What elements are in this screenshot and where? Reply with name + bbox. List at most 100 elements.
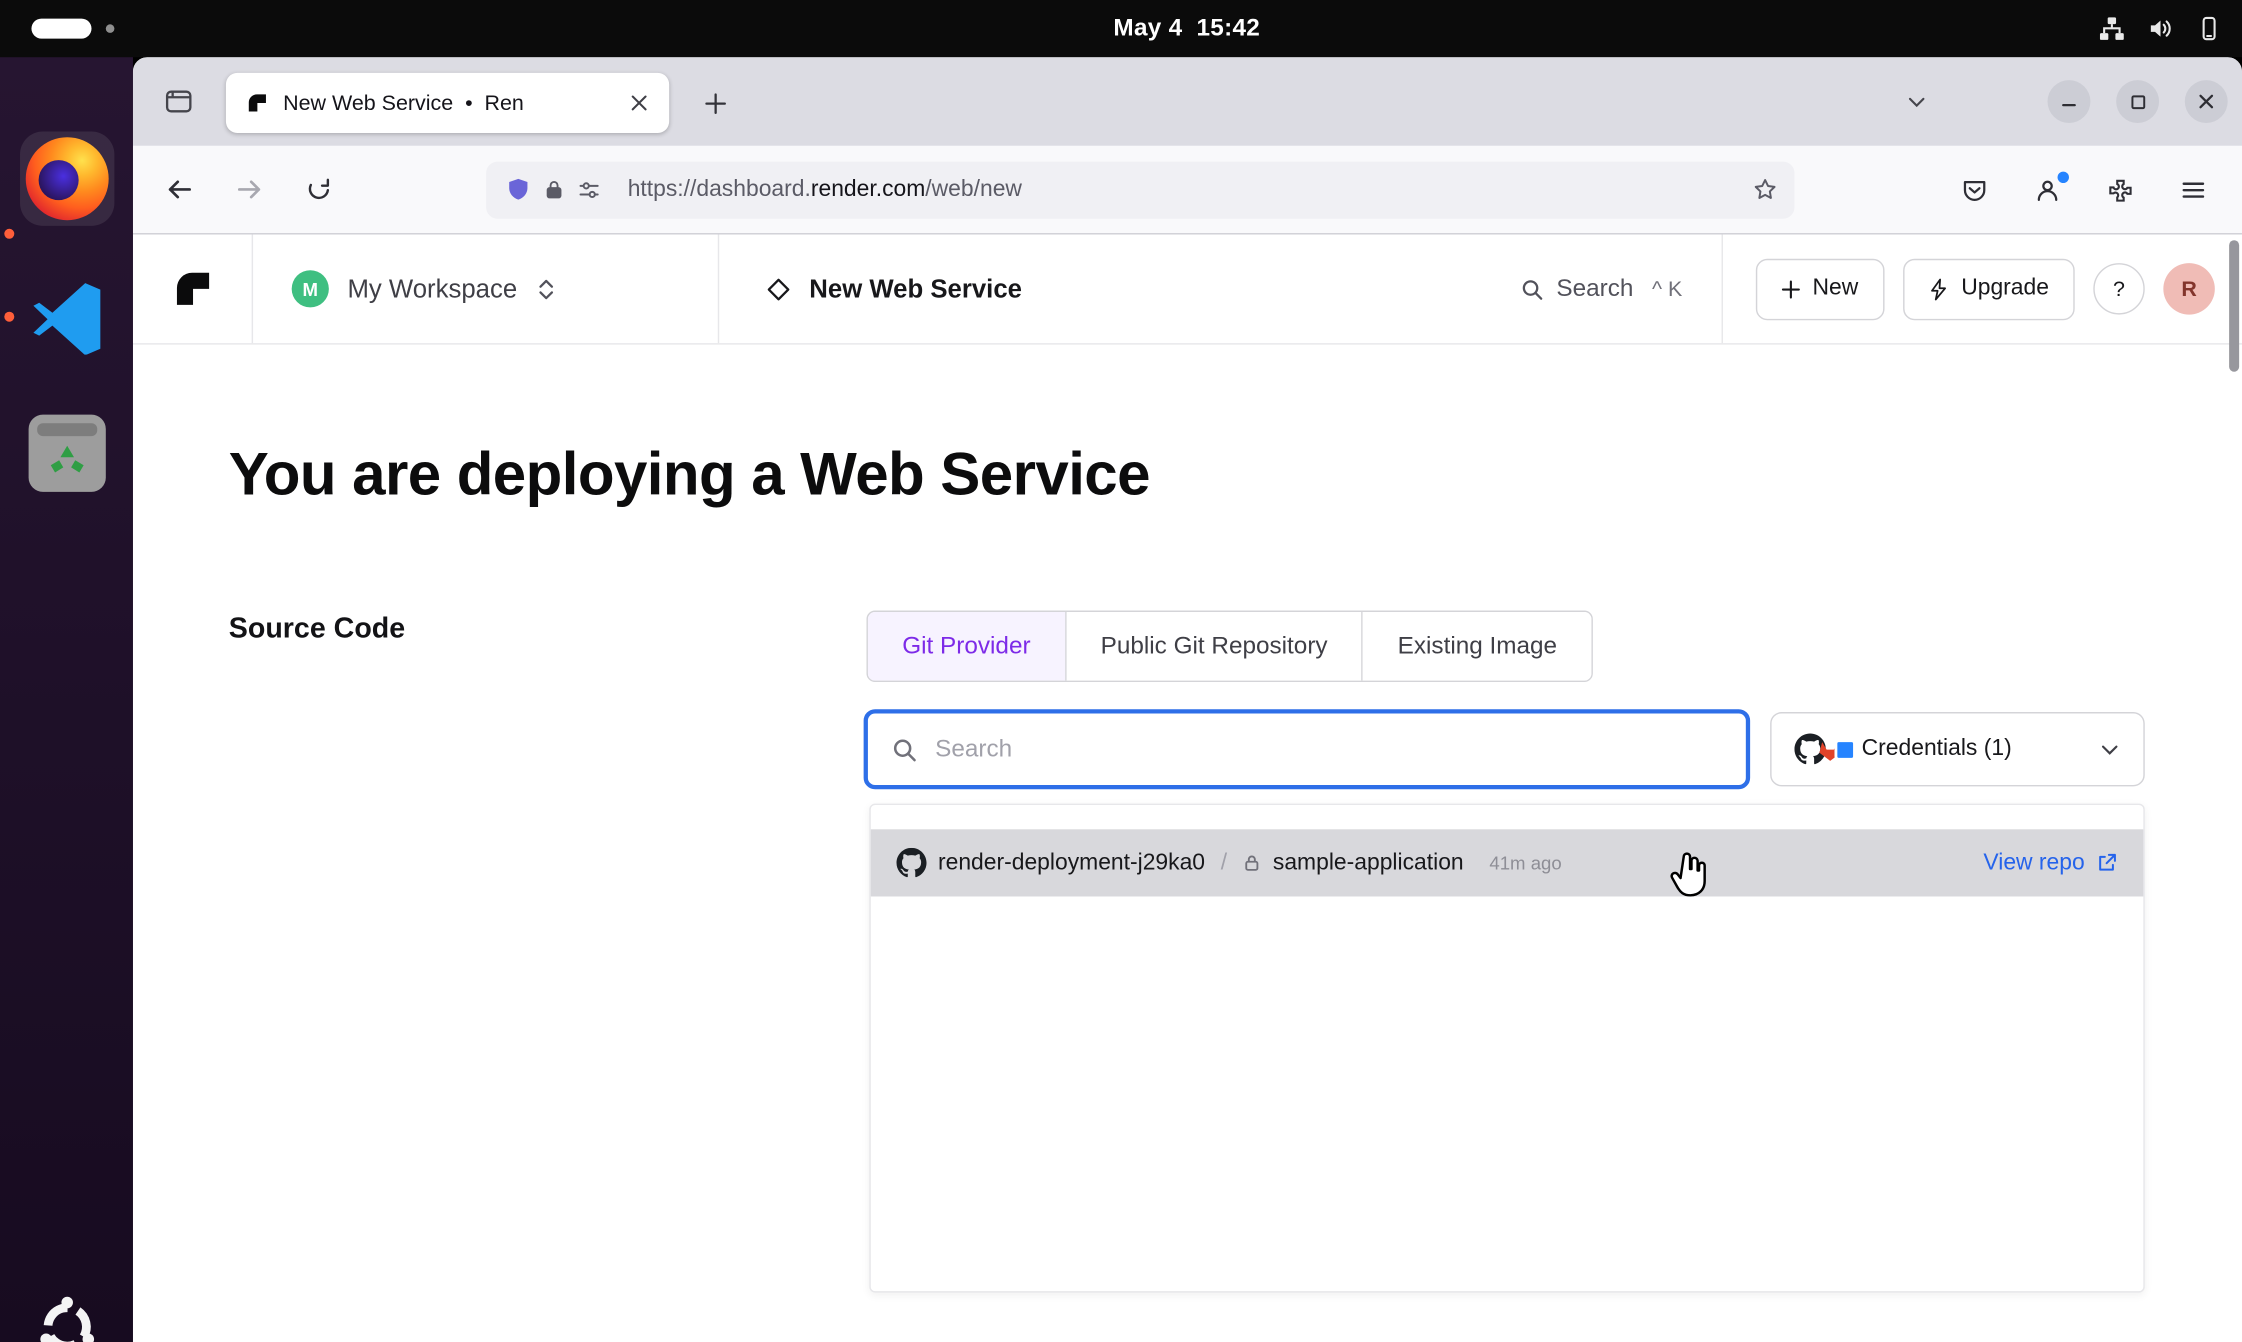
forward-button[interactable]: [223, 164, 274, 215]
desktop: May 4 15:42: [0, 0, 2242, 1342]
firefox-running-indicator: [4, 229, 14, 239]
network-icon: [2099, 16, 2125, 42]
credentials-dropdown[interactable]: Credentials (1): [1770, 712, 2145, 786]
repo-row[interactable]: render-deployment-j29ka0 / sample-applic…: [871, 829, 2144, 896]
tab-bar: New Web Service • Ren: [133, 57, 2242, 146]
render-logo[interactable]: [133, 234, 253, 343]
url-prefix: https://dashboard.: [628, 177, 811, 201]
extensions-button[interactable]: [2095, 164, 2146, 215]
system-clock[interactable]: May 4 15:42: [132, 0, 2242, 57]
reload-button[interactable]: [293, 164, 344, 215]
url-domain: render.com: [811, 177, 925, 201]
repo-search-box: [864, 709, 1751, 789]
list-all-tabs-button[interactable]: [1896, 82, 1936, 122]
system-top-bar: May 4 15:42: [0, 0, 2242, 57]
workspace-avatar: M: [292, 270, 329, 307]
browser-tab[interactable]: New Web Service • Ren: [226, 73, 669, 133]
dock-item-vscode[interactable]: [22, 272, 111, 361]
tab-existing-image[interactable]: Existing Image: [1363, 612, 1591, 681]
main-content: You are deploying a Web Service Source C…: [133, 345, 2242, 1342]
view-repo-label: View repo: [1983, 850, 2084, 876]
tracking-protection-shield-icon[interactable]: [506, 177, 530, 201]
browser-window: New Web Service • Ren: [133, 57, 2242, 1342]
scrollbar-thumb[interactable]: [2229, 240, 2239, 372]
maximize-button[interactable]: [2116, 80, 2159, 123]
help-label: ?: [2113, 277, 2125, 301]
upgrade-button-label: Upgrade: [1961, 276, 2049, 302]
tab-title: New Web Service • Ren: [283, 91, 606, 115]
repo-list-panel: render-deployment-j29ka0 / sample-applic…: [869, 804, 2144, 1293]
view-repo-link[interactable]: View repo: [1983, 850, 2117, 876]
repo-updated-time: 41m ago: [1489, 852, 1561, 873]
external-link-icon: [2096, 852, 2117, 873]
bitbucket-icon: [1834, 739, 1855, 760]
navigation-bar: https://dashboard.render.com/web/new: [133, 146, 2242, 235]
upgrade-button[interactable]: Upgrade: [1903, 258, 2075, 319]
page-title-group: New Web Service: [719, 234, 1519, 343]
menu-hamburger-button[interactable]: [2168, 164, 2219, 215]
dock-item-ubuntu[interactable]: [29, 1290, 103, 1342]
private-lock-icon: [1243, 854, 1262, 873]
tab-close-button[interactable]: [621, 84, 658, 121]
activities-pill[interactable]: [31, 19, 91, 39]
render-favicon: [246, 92, 269, 115]
new-button-label: New: [1812, 276, 1858, 302]
header-actions: New Upgrade ? R: [1721, 234, 2242, 343]
dock-item-firefox[interactable]: [19, 132, 113, 226]
render-header: M My Workspace New Web Service: [133, 234, 2242, 344]
minimize-button[interactable]: [2048, 80, 2091, 123]
repo-separator: /: [1216, 850, 1231, 876]
repo-name: sample-application: [1273, 850, 1464, 876]
system-tray[interactable]: [2099, 0, 2222, 57]
account-notification-dot: [2058, 171, 2069, 182]
volume-icon: [2148, 16, 2174, 42]
battery-icon: [2196, 16, 2222, 42]
firefox-view-button[interactable]: [153, 80, 204, 123]
credential-provider-icons: [1794, 734, 1845, 765]
bookmark-star-icon[interactable]: [1753, 177, 1777, 201]
window-controls: [1896, 57, 2228, 146]
pocket-button[interactable]: [1949, 164, 2000, 215]
back-button[interactable]: [153, 164, 204, 215]
workspace-name: My Workspace: [347, 274, 517, 304]
page-title: New Web Service: [809, 274, 1022, 304]
help-button[interactable]: ?: [2093, 263, 2144, 314]
tab-public-git-repository[interactable]: Public Git Repository: [1066, 612, 1363, 681]
new-tab-button[interactable]: [691, 82, 740, 125]
new-button[interactable]: New: [1755, 258, 1884, 319]
vscode-running-indicator: [4, 312, 14, 322]
repo-search-input[interactable]: [935, 735, 1723, 764]
github-icon: [897, 848, 927, 878]
workspace-selector[interactable]: M My Workspace: [253, 234, 719, 343]
search-shortcut: ^ K: [1652, 277, 1682, 301]
trash-icon: [28, 415, 105, 492]
url-path: /web/new: [925, 177, 1022, 201]
dock: [0, 57, 133, 1342]
chevron-down-icon: [2099, 739, 2120, 760]
service-diamond-icon: [766, 277, 790, 301]
vscode-icon: [28, 277, 105, 354]
url-text: https://dashboard.render.com/web/new: [628, 177, 1740, 203]
chevron-updown-icon: [536, 277, 556, 301]
firefox-icon: [25, 137, 108, 220]
search-icon: [1519, 277, 1543, 301]
notification-dot: [106, 24, 115, 33]
render-dashboard-page: M My Workspace New Web Service: [133, 234, 2242, 1341]
repo-owner: render-deployment-j29ka0: [938, 850, 1205, 876]
user-initial: R: [2181, 277, 2197, 301]
source-code-label: Source Code: [229, 613, 405, 646]
search-icon: [891, 736, 918, 763]
close-window-button[interactable]: [2185, 80, 2228, 123]
source-type-tabs: Git Provider Public Git Repository Exist…: [866, 611, 1592, 682]
user-avatar[interactable]: R: [2163, 263, 2214, 314]
global-search-button[interactable]: Search ^ K: [1519, 234, 1721, 343]
lock-icon[interactable]: [543, 179, 564, 200]
dock-item-trash[interactable]: [25, 412, 108, 495]
toolbar-icons: [1949, 164, 2222, 215]
plus-icon: [1781, 280, 1800, 299]
url-bar[interactable]: https://dashboard.render.com/web/new: [486, 161, 1794, 218]
lightning-icon: [1928, 277, 1948, 301]
account-button[interactable]: [2022, 164, 2073, 215]
tab-git-provider[interactable]: Git Provider: [868, 612, 1066, 681]
permissions-icon[interactable]: [578, 178, 601, 201]
